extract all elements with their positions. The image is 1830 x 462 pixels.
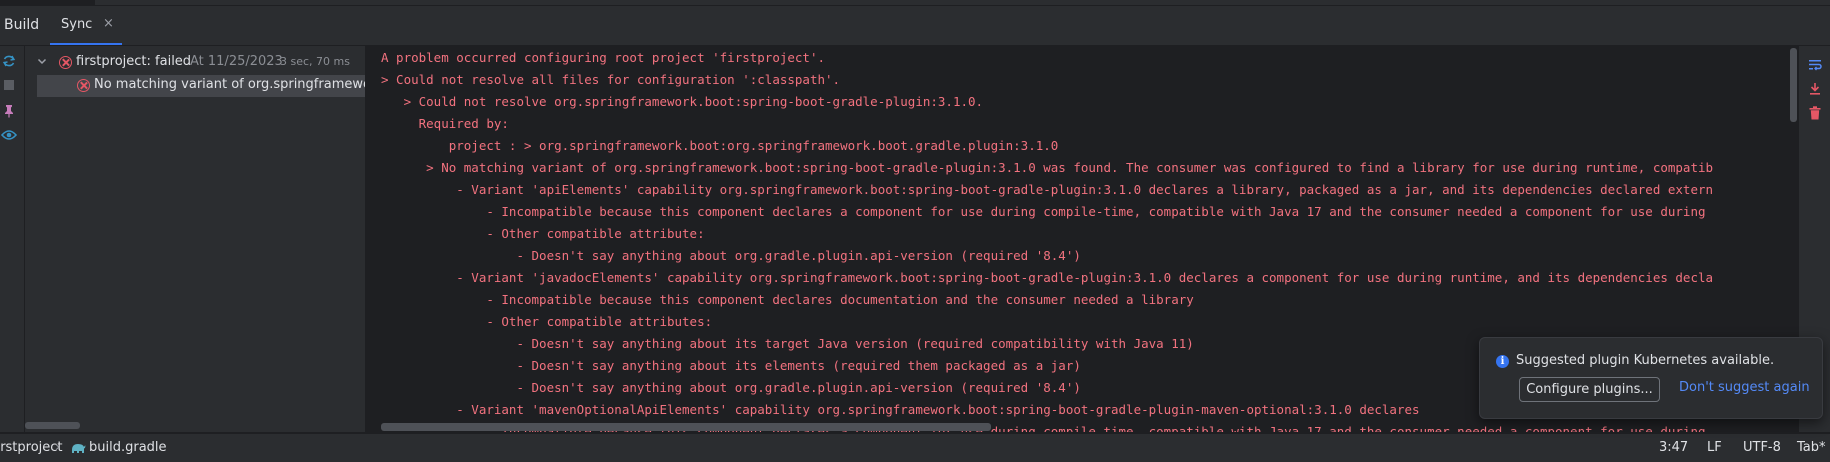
soft-wrap-icon[interactable] xyxy=(1807,58,1823,74)
tree-item-label: firstproject: failed xyxy=(76,54,191,69)
console-line: - Doesn't say anything about org.gradle.… xyxy=(381,248,1081,263)
console-line: - Doesn't say anything about its element… xyxy=(381,358,1081,373)
breadcrumb-file[interactable]: build.gradle xyxy=(89,440,167,455)
tree-scroll-thumb[interactable] xyxy=(25,422,80,429)
console-line: project : > org.springframework.boot:org… xyxy=(381,138,1059,153)
status-bar: firstproject › build.gradle 3:47 LF UTF-… xyxy=(0,433,1830,462)
tool-window-header: Build Sync × xyxy=(0,6,1830,46)
console-line: A problem occurred configuring root proj… xyxy=(381,50,826,65)
tree-horizontal-scrollbar[interactable] xyxy=(25,422,365,430)
dont-suggest-again-link[interactable]: Don't suggest again xyxy=(1679,380,1810,395)
active-tab-indicator xyxy=(50,43,122,45)
error-icon xyxy=(59,56,72,69)
tree-project-name: firstproject: xyxy=(76,54,151,69)
line-separator[interactable]: LF xyxy=(1707,440,1722,455)
console-line: > No matching variant of org.springframe… xyxy=(381,160,1714,175)
info-icon: i xyxy=(1496,355,1509,368)
console-line: - Other compatible attribute: xyxy=(381,226,705,241)
notification-message: Suggested plugin Kubernetes available. xyxy=(1516,353,1775,368)
console-line: > Could not resolve all files for config… xyxy=(381,72,841,87)
close-icon[interactable]: × xyxy=(103,16,114,31)
scroll-to-end-icon[interactable] xyxy=(1807,82,1823,98)
indent-setting[interactable]: Tab* xyxy=(1797,440,1826,455)
console-line: Required by: xyxy=(381,116,509,131)
sync-icon[interactable] xyxy=(1,54,17,70)
stop-icon[interactable] xyxy=(1,79,17,95)
breadcrumb-project[interactable]: firstproject xyxy=(0,440,63,455)
console-line: - Doesn't say anything about its target … xyxy=(381,336,1194,351)
console-line: - Variant 'javadocElements' capability o… xyxy=(381,270,1714,285)
tree-duration: 3 sec, 70 ms xyxy=(280,55,350,68)
eye-icon[interactable] xyxy=(0,129,18,145)
gradle-elephant-icon xyxy=(70,441,86,459)
caret-position[interactable]: 3:47 xyxy=(1659,440,1688,455)
build-toolbar xyxy=(0,46,25,432)
pin-icon[interactable] xyxy=(1,104,17,120)
tab-sync[interactable]: Sync xyxy=(61,17,92,32)
console-line: - Variant 'mavenOptionalApiElements' cap… xyxy=(381,402,1420,417)
top-scroll-thumb[interactable] xyxy=(95,0,1830,5)
tree-status: failed xyxy=(150,54,192,69)
console-line: - Incompatible because this component de… xyxy=(381,204,1706,219)
tree-timestamp: At 11/25/2023 xyxy=(190,54,283,69)
console-line: - Variant 'apiElements' capability org.s… xyxy=(381,182,1714,197)
console-horizontal-scroll-thumb[interactable] xyxy=(381,423,991,431)
build-tree: firstproject: failed At 11/25/2023 3 sec… xyxy=(25,46,365,432)
breadcrumb-separator: › xyxy=(55,440,61,455)
console-scroll-thumb[interactable] xyxy=(1790,48,1797,122)
build-tool-title[interactable]: Build xyxy=(4,17,39,33)
file-encoding[interactable]: UTF-8 xyxy=(1743,440,1781,455)
plugin-suggestion-notification: i Suggested plugin Kubernetes available.… xyxy=(1479,337,1823,419)
console-line: - Doesn't say anything about org.gradle.… xyxy=(381,380,1081,395)
tree-item-error[interactable]: No matching variant of org.springframewo… xyxy=(37,75,365,97)
trash-icon[interactable] xyxy=(1807,106,1823,122)
console-line: - Other compatible attributes: xyxy=(381,314,713,329)
error-icon xyxy=(77,79,90,92)
chevron-down-icon[interactable] xyxy=(37,53,47,74)
console-line: - Incompatible because this component de… xyxy=(381,292,1194,307)
tree-error-message: No matching variant of org.springframewo… xyxy=(94,77,365,92)
console-line: > Could not resolve org.springframework.… xyxy=(381,94,984,109)
configure-plugins-button[interactable]: Configure plugins... xyxy=(1519,377,1660,402)
